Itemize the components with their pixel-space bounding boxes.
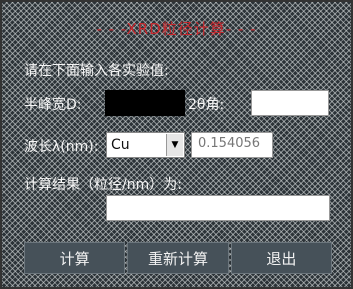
wavelength-label: 波长λ(nm): <box>24 139 99 155</box>
chevron-down-icon[interactable]: ▼ <box>166 134 183 156</box>
element-select-value: Cu <box>111 137 130 153</box>
app-title: - - -XRD粒径计算- - - <box>96 20 257 38</box>
exit-button[interactable]: 退出 <box>230 242 332 274</box>
result-output <box>106 195 330 221</box>
fwhm-input[interactable] <box>105 90 185 116</box>
calculate-button[interactable]: 计算 <box>24 242 126 274</box>
two-theta-label: 2θ角: <box>188 97 225 113</box>
instruction-text: 请在下面输入各实验值: <box>24 63 169 79</box>
wavelength-value-input[interactable]: 0.154056 <box>191 132 273 158</box>
button-bar: 计算 重新计算 退出 <box>24 242 332 274</box>
result-label: 计算结果（粒径/nm）为: <box>24 177 182 193</box>
xrd-calculator-window: - - -XRD粒径计算- - - 请在下面输入各实验值: 半峰宽D: 2θ角:… <box>0 0 353 289</box>
recalculate-button[interactable]: 重新计算 <box>127 242 229 274</box>
two-theta-input[interactable] <box>251 90 329 116</box>
fwhm-label: 半峰宽D: <box>24 97 82 113</box>
element-select[interactable]: Cu ▼ <box>106 132 185 158</box>
